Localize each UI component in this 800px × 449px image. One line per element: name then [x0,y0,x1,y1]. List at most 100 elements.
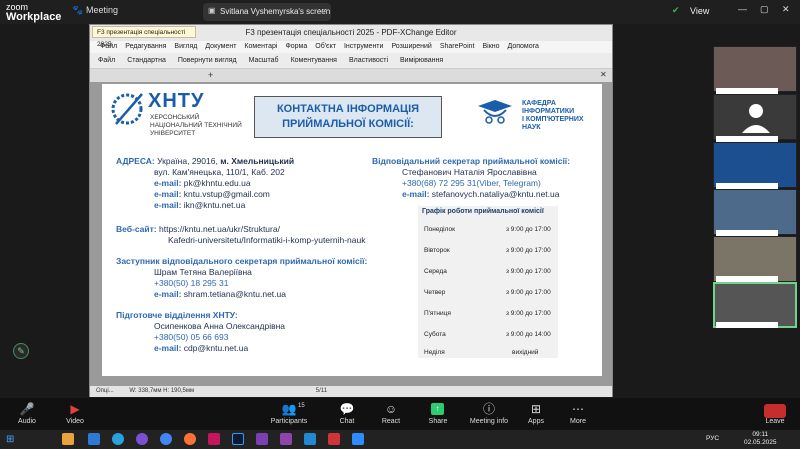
menu-document[interactable]: Документ [205,41,236,53]
secretary-name: Стефанович Наталія Ярославівна [402,167,537,177]
firefox-icon[interactable] [184,433,196,445]
menu-window[interactable]: Вікно [482,41,499,53]
email-label: e-mail: [154,289,182,299]
website-url-2: Kafedri-universitetu/Informatiki-i-komp-… [168,235,366,245]
chrome-icon[interactable] [160,433,172,445]
video-off-icon[interactable]: ▶ [50,402,100,416]
info-icon[interactable]: ⓘ [464,402,514,416]
menu-form[interactable]: Форма [285,41,307,53]
photoshop-icon[interactable] [232,433,244,445]
menu-advanced[interactable]: Розширений [391,41,431,53]
schedule-time: з 9:00 до 14:00 [506,331,551,338]
meeting-info-button[interactable]: Meeting info [464,418,514,425]
participant-tile[interactable] [713,189,797,235]
email-label: e-mail: [154,343,182,353]
department-name: КАФЕДРА ІНФОРМАТИКИ І КОМП'ЮТЕРНИХ НАУК [522,100,584,132]
dept-line: І КОМП'ЮТЕРНИХ [522,116,584,123]
page-indicator[interactable]: 5/11 [316,388,327,394]
prep-title: Підготовче відділення ХНТУ: [116,310,238,320]
email-value: kntu.vstup@gmail.com [183,189,270,199]
deputy-title: Заступник відповідального секретаря прий… [116,256,368,266]
menu-edit[interactable]: Редагування [125,41,166,53]
university-emblem-icon [111,93,143,125]
department-emblem-icon [478,100,512,124]
share-button[interactable]: Share [413,418,463,425]
audio-button[interactable]: Audio [2,418,52,425]
share-icon[interactable]: ↑ [431,403,444,415]
address-text: Україна, 29016, [157,156,218,166]
app-icon[interactable] [328,433,340,445]
minimize-icon[interactable]: — [738,4,747,14]
page-view[interactable]: ХНТУ ХЕРСОНСЬКИЙ НАЦІОНАЛЬНИЙ ТЕХНІЧНИЙ … [90,82,612,386]
participant-tile[interactable] [713,94,797,140]
toolbar-measure[interactable]: Вимірювання [400,53,443,68]
video-button[interactable]: Video [50,418,100,425]
chat-button[interactable]: Chat [322,418,372,425]
telegram-icon[interactable] [112,433,124,445]
chat-icon[interactable]: 💬 [322,402,372,416]
new-tab-icon[interactable]: + [208,70,213,80]
participants-icon[interactable]: 👥 [264,402,314,416]
app-icon[interactable] [208,433,220,445]
mail-icon[interactable] [88,433,100,445]
language-indicator[interactable]: РУС [706,435,719,442]
participant-tile[interactable] [713,142,797,188]
toolbar-zoom[interactable]: Масштаб [249,53,279,68]
page-dimensions: W: 338,7мм H: 190,5мм [129,388,195,394]
toolbar-commenting[interactable]: Коментування [291,53,337,68]
pdf-toolbar: Файл Стандартна Повернути вигляд Масштаб… [90,53,612,69]
more-options-icon[interactable]: ⋯ [318,4,327,15]
document-tab[interactable]: F3 презентація спеціальності 2025 [92,26,196,48]
deputy-phone: +380(50) 18 295 31 [154,278,229,288]
uni-line: УНІВЕРСИТЕТ [150,130,196,137]
menu-object[interactable]: Об'єкт [315,41,336,53]
schedule-day: П'ятниця [424,310,451,317]
react-icon[interactable]: ☺ [366,402,416,416]
more-button[interactable]: More [553,418,603,425]
more-icon[interactable]: ⋯ [553,402,603,416]
secretary-email-row: e-mail: stefanovych.nataliya@kntu.net.ua [402,189,560,200]
email-row: e-mail: kntu.vstup@gmail.com [154,189,270,200]
shield-icon[interactable]: ✔ [672,5,680,16]
windows-start-icon[interactable]: ⊞ [6,434,14,445]
menu-tools[interactable]: Інструменти [344,41,383,53]
leave-icon[interactable] [764,404,786,418]
app-icon[interactable] [280,433,292,445]
email-row: e-mail: pk@khntu.edu.ua [154,178,251,189]
university-logo-text: ХНТУ [148,90,205,112]
screen-icon: ▣ [208,6,216,15]
email-value: cdp@kntu.net.ua [183,343,249,353]
toolbar-restore-view[interactable]: Повернути вигляд [178,53,237,68]
prep-name: Осипенкова Анна Олександрівна [154,321,286,331]
schedule-day: Понеділок [424,226,455,233]
app-icon[interactable] [256,433,268,445]
close-icon[interactable]: ✕ [782,4,790,15]
schedule-time: з 9:00 до 17:00 [506,289,551,296]
mic-muted-icon[interactable]: 🎤 [2,402,52,416]
menu-view[interactable]: Вигляд [174,41,197,53]
pdf-menu-bar: Файл Редагування Вигляд Документ Комента… [90,41,612,53]
dept-line: КАФЕДРА [522,100,556,107]
vscode-icon[interactable] [304,433,316,445]
system-clock[interactable]: 09:11 02.05.2025 [744,431,777,447]
email-value: pk@khntu.edu.ua [183,178,251,188]
toolbar-properties[interactable]: Властивості [349,53,388,68]
toolbar-file[interactable]: Файл [98,53,115,68]
options-label[interactable]: Опці... [96,388,114,394]
react-button[interactable]: React [366,418,416,425]
view-button[interactable]: View [690,6,709,16]
participants-button[interactable]: Participants [264,418,314,425]
leave-button[interactable]: Leave [750,418,800,425]
zoom-top-bar [0,0,800,24]
viber-icon[interactable] [136,433,148,445]
annotate-icon[interactable]: ✎ [13,343,29,359]
menu-comments[interactable]: Коментарі [244,41,277,53]
menu-help[interactable]: Допомога [508,41,539,53]
menu-sharepoint[interactable]: SharePoint [440,41,475,53]
toolbar-standard[interactable]: Стандартна [127,53,166,68]
close-tab-icon[interactable]: ✕ [600,70,607,79]
file-explorer-icon[interactable] [62,433,74,445]
maximize-icon[interactable]: ▢ [760,4,769,15]
zoom-taskbar-icon[interactable] [352,433,364,445]
participant-tile[interactable] [713,46,797,92]
